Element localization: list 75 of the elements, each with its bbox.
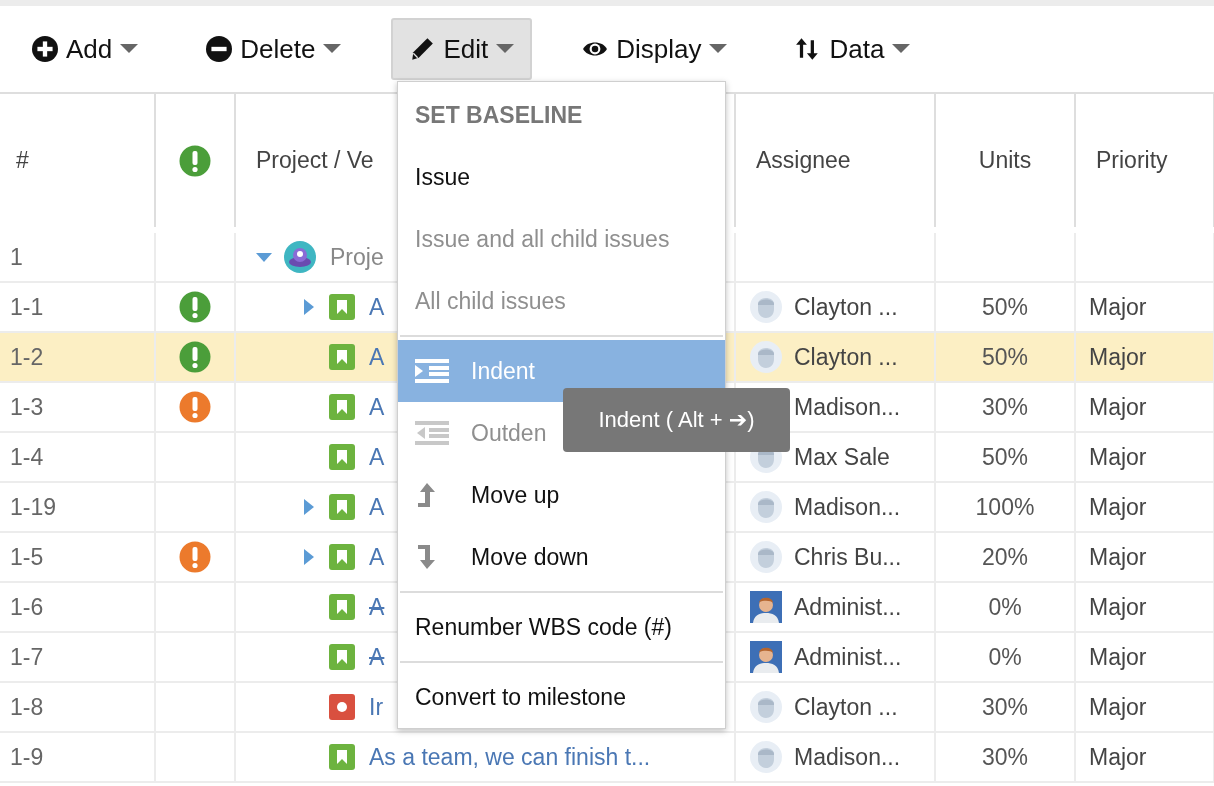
table-cell: 0% [935, 582, 1075, 632]
indent-icon [415, 359, 449, 383]
table-cell: 1 [0, 230, 155, 282]
issue-link[interactable]: As a team, we can finish t... [369, 743, 651, 771]
issue-link[interactable]: A [369, 343, 385, 371]
table-cell: Major [1075, 532, 1214, 582]
table-cell: 50% [935, 332, 1075, 382]
column-header[interactable]: Assignee [735, 93, 935, 230]
table-cell: 30% [935, 682, 1075, 732]
table-cell: Major [1075, 582, 1214, 632]
menu-item[interactable]: Issue [398, 146, 725, 208]
table-cell: Major [1075, 482, 1214, 532]
assignee-name: Administ... [794, 593, 902, 621]
caret-icon [496, 44, 515, 54]
table-cell: 30% [935, 732, 1075, 782]
caret-icon [892, 44, 911, 54]
table-cell: 0% [935, 632, 1075, 682]
caret-icon [323, 44, 342, 54]
assignee-name: Chris Bu... [794, 543, 902, 571]
table-cell: Major [1075, 332, 1214, 382]
table-cell: Major [1075, 732, 1214, 782]
caret-icon [709, 44, 728, 54]
issue-link[interactable]: A [369, 393, 385, 421]
menu-item[interactable]: Move up [398, 464, 725, 526]
table-cell: 20% [935, 532, 1075, 582]
menu-item[interactable]: Move down [398, 526, 725, 588]
table-cell: 1-5 [0, 532, 155, 582]
alert-icon [179, 144, 211, 177]
assignee-name: Administ... [794, 643, 902, 671]
issue-link[interactable]: A [369, 493, 385, 521]
table-cell: Major [1075, 632, 1214, 682]
issue-link[interactable]: A [369, 543, 385, 571]
table-cell: 50% [935, 432, 1075, 482]
assignee-name: Madison... [794, 393, 901, 421]
toolbar-button[interactable]: Delete [188, 18, 360, 80]
plus-icon [32, 36, 58, 62]
menu-heading: SET BASELINE [414, 101, 584, 130]
issue-link[interactable]: A [369, 643, 385, 671]
minus-icon [206, 36, 233, 62]
table-cell: Major [1075, 682, 1214, 732]
table-cell: 1-2 [0, 332, 155, 382]
toolbar-button[interactable]: Edit [391, 18, 533, 80]
assignee-name: Madison... [794, 493, 901, 521]
table-cell: Major [1075, 382, 1214, 432]
issue-link[interactable]: A [369, 593, 385, 621]
assignee-name: Clayton ... [794, 693, 898, 721]
outdent-icon [415, 421, 449, 445]
table-row[interactable]: 1-9 As a team, we can finish t... Madison... 30% Major [0, 732, 1214, 782]
column-header[interactable]: Units [935, 93, 1075, 230]
toolbar-button[interactable]: Add [14, 18, 157, 80]
table-cell: 100% [935, 482, 1075, 532]
table-cell: 30% [935, 382, 1075, 432]
assignee-name: Clayton ... [794, 293, 898, 321]
toolbar-button[interactable]: Display [564, 18, 746, 80]
pencil-icon [409, 36, 436, 62]
assignee-name: Clayton ... [794, 343, 898, 371]
table-cell: 1-8 [0, 682, 155, 732]
tooltip: Indent ( Alt + ➔) [563, 388, 790, 452]
table-cell: 1-9 [0, 732, 155, 782]
assignee-name: Madison... [794, 743, 901, 771]
column-header[interactable]: # [0, 93, 155, 230]
table-cell: 1-3 [0, 382, 155, 432]
issue-link[interactable]: A [369, 293, 385, 321]
project-title: Proje [330, 243, 384, 271]
table-cell: 1-7 [0, 632, 155, 682]
table-cell: 1-4 [0, 432, 155, 482]
issue-link[interactable]: A [369, 443, 385, 471]
caret-icon [120, 44, 139, 54]
issue-link[interactable]: Ir [369, 693, 384, 721]
assignee-name: Max Sale [794, 443, 890, 471]
table-cell: 1-19 [0, 482, 155, 532]
table-cell: 1-6 [0, 582, 155, 632]
toolbar-button[interactable]: Data [777, 18, 929, 80]
table-cell: Major [1075, 432, 1214, 482]
column-header[interactable]: Priority [1075, 93, 1214, 230]
